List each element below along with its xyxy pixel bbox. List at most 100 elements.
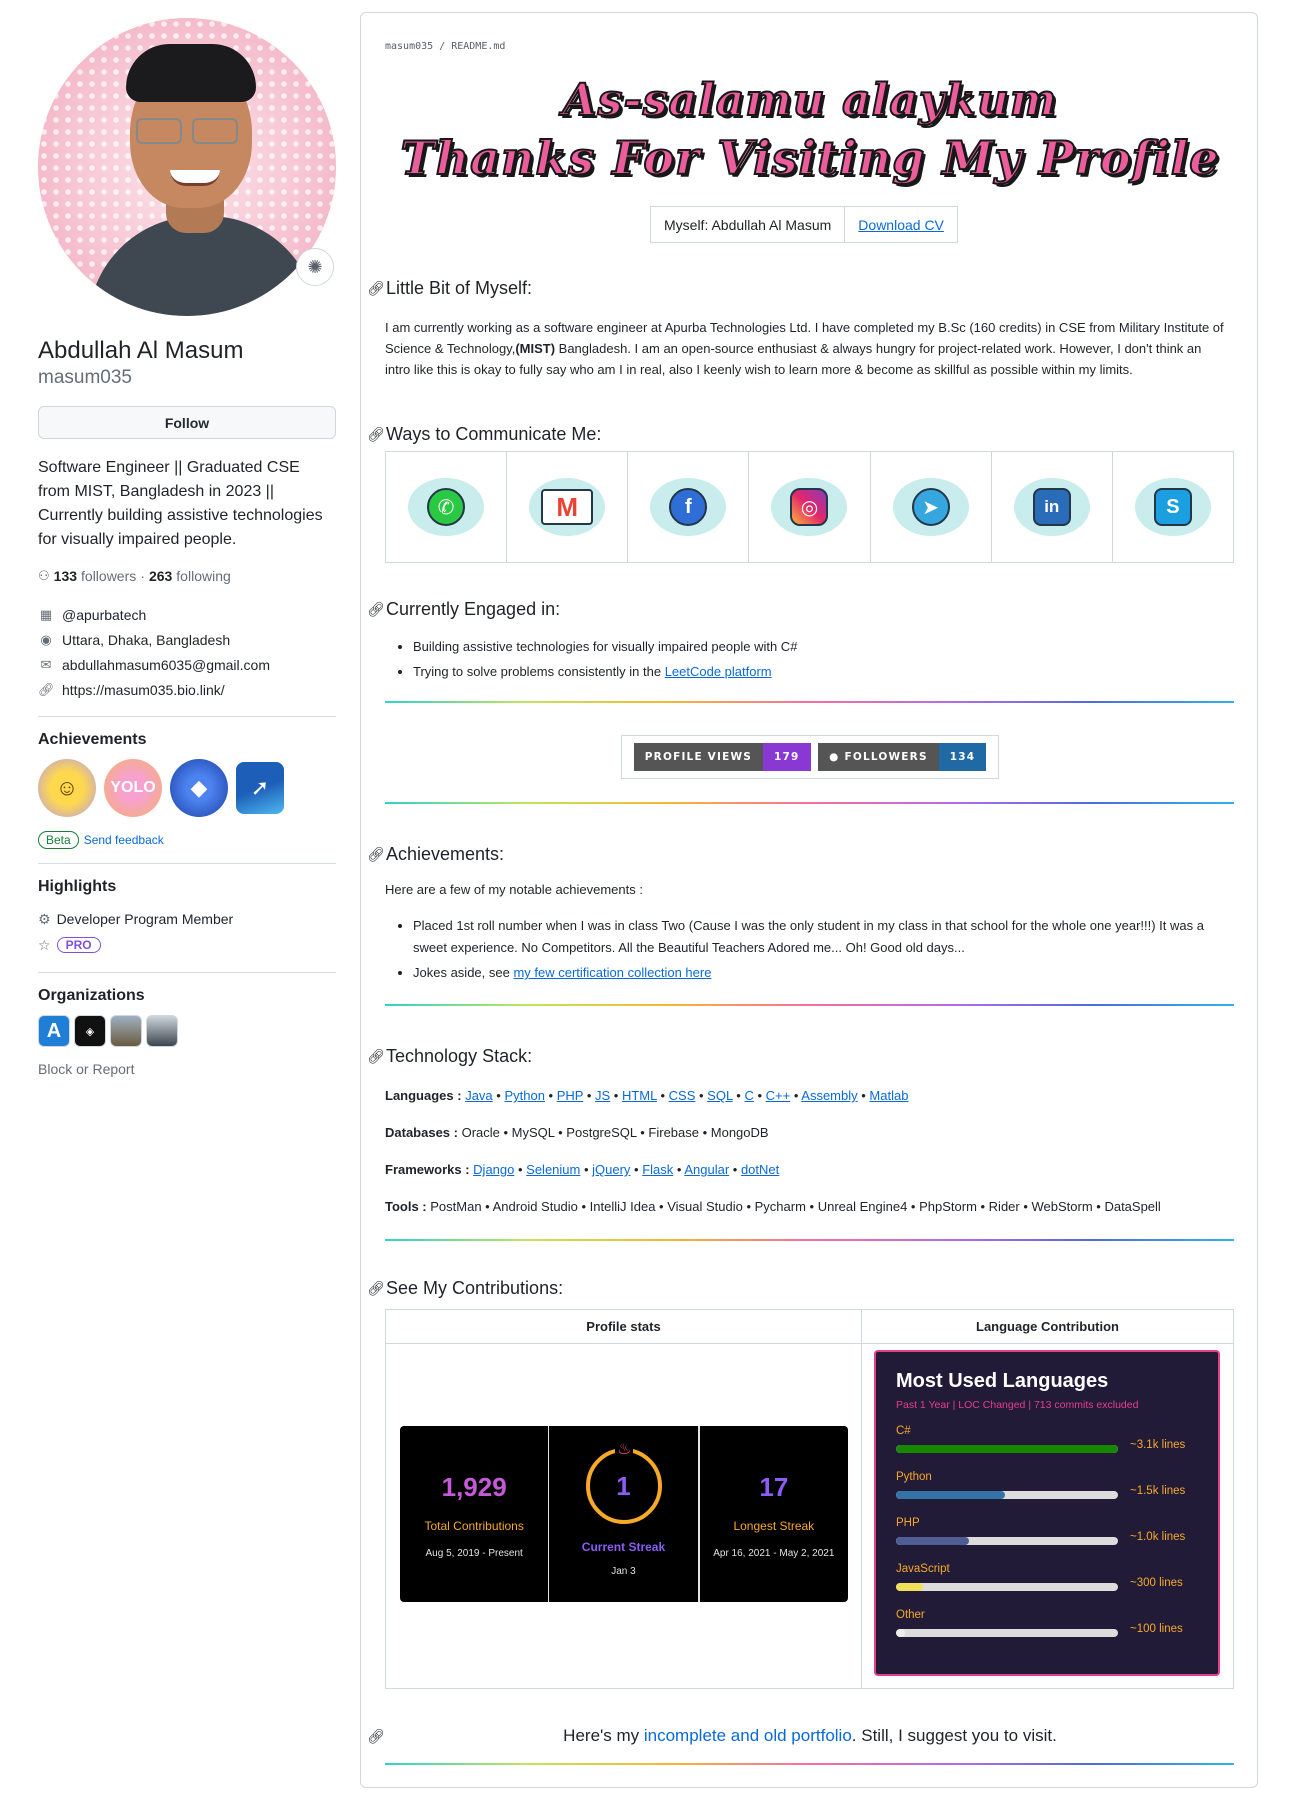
- social-cell: f: [628, 452, 750, 562]
- framework-link[interactable]: Flask: [642, 1162, 673, 1177]
- send-feedback-link[interactable]: Send feedback: [84, 833, 164, 847]
- following-count[interactable]: 263: [149, 568, 172, 584]
- achievements-title: Achievements: [38, 731, 147, 748]
- profile-stats-header: Profile stats: [386, 1310, 861, 1344]
- bullet-separator: •: [753, 1088, 766, 1103]
- instagram-icon[interactable]: ◎: [763, 472, 855, 542]
- pro-badge: PRO: [56, 937, 101, 953]
- tools-list: PostMan • Android Studio • IntelliJ Idea…: [430, 1199, 1161, 1214]
- anchor-link-icon[interactable]: 🔗︎: [367, 1280, 385, 1297]
- mail-icon: ✉: [40, 656, 52, 672]
- social-cell: ✆: [386, 452, 508, 562]
- language-link[interactable]: Java: [465, 1088, 492, 1103]
- total-value: 1,929: [441, 1472, 507, 1502]
- email-link[interactable]: abdullahmasum6035@gmail.com: [62, 657, 270, 673]
- framework-link[interactable]: Selenium: [526, 1162, 580, 1177]
- arctic-vault-badge-icon[interactable]: ➚: [236, 762, 284, 814]
- language-item: PHP ~1.0k lines: [896, 1517, 1198, 1563]
- anchor-link-icon[interactable]: 🔗︎: [367, 846, 385, 863]
- language-link[interactable]: Python: [504, 1088, 544, 1103]
- org-avatar[interactable]: [110, 1015, 142, 1047]
- anchor-link-icon[interactable]: 🔗︎: [367, 1048, 385, 1065]
- language-link[interactable]: JS: [595, 1088, 610, 1103]
- certification-link[interactable]: my few certification collection here: [513, 965, 711, 980]
- company-text[interactable]: @apurbatech: [62, 607, 146, 623]
- org-apurba-avatar[interactable]: A: [38, 1015, 70, 1047]
- divider: [38, 716, 336, 717]
- leetcode-link[interactable]: LeetCode platform: [665, 664, 772, 679]
- heading-engaged: 🔗︎ Currently Engaged in:: [367, 599, 560, 620]
- framework-link[interactable]: jQuery: [592, 1162, 630, 1177]
- framework-link[interactable]: Django: [473, 1162, 514, 1177]
- rainbow-divider: [385, 1239, 1234, 1241]
- language-link[interactable]: Assembly: [801, 1088, 857, 1103]
- engaged-list: Building assistive technologies for visu…: [413, 636, 1213, 686]
- gmail-icon[interactable]: M: [521, 472, 613, 542]
- streak-stats-card[interactable]: 1,929 Total Contributions Aug 5, 2019 - …: [400, 1426, 848, 1602]
- telegram-icon[interactable]: ➤: [885, 472, 977, 542]
- starstruck-badge-icon[interactable]: ☺: [38, 759, 96, 817]
- anchor-link-icon[interactable]: 🔗︎: [367, 280, 385, 297]
- yolo-badge-icon[interactable]: YOLO: [104, 759, 162, 817]
- language-link[interactable]: HTML: [622, 1088, 657, 1103]
- github-icon: ●: [829, 751, 840, 763]
- frameworks-list: Django • Selenium • jQuery • Flask • Ang…: [473, 1162, 779, 1177]
- language-bar: [896, 1629, 1118, 1637]
- anchor-link-icon[interactable]: 🔗︎: [367, 601, 385, 618]
- org-avatar[interactable]: ◈: [74, 1015, 106, 1047]
- avatar[interactable]: [38, 18, 336, 316]
- status-orbit-icon[interactable]: ✺: [296, 248, 334, 286]
- myself-cell: Myself: Abdullah Al Masum: [664, 216, 832, 233]
- followers-label[interactable]: followers: [81, 568, 136, 584]
- languages-card-subtitle: Past 1 Year | LOC Changed | 713 commits …: [896, 1399, 1139, 1411]
- rainbow-divider: [385, 701, 1234, 703]
- social-links-table: ✆ M f ◎ ➤ in S: [385, 451, 1234, 563]
- framework-link[interactable]: dotNet: [741, 1162, 779, 1177]
- block-report-link[interactable]: Block or Report: [38, 1061, 336, 1077]
- profile-username: masum035: [38, 367, 132, 388]
- heading-text: Little Bit of Myself:: [386, 278, 533, 298]
- language-link[interactable]: Matlab: [869, 1088, 908, 1103]
- follow-button[interactable]: Follow: [38, 406, 336, 439]
- language-link[interactable]: PHP: [557, 1088, 584, 1103]
- whatsapp-icon[interactable]: ✆: [400, 472, 492, 542]
- pull-shark-badge-icon[interactable]: ◆: [170, 759, 228, 817]
- language-link[interactable]: CSS: [669, 1088, 696, 1103]
- developer-program-link[interactable]: Developer Program Member: [57, 911, 234, 927]
- profile-views-badge[interactable]: PROFILE VIEWS 179: [633, 743, 811, 771]
- website-link[interactable]: https://masum035.bio.link/: [62, 682, 225, 698]
- list-item: Jokes aside, see my few certification co…: [413, 962, 1213, 984]
- readme-path[interactable]: masum035 / README.md: [385, 41, 505, 52]
- contributions-table: Profile stats 1,929 Total Contributions …: [385, 1309, 1234, 1689]
- language-lines: ~1.5k lines: [1130, 1485, 1186, 1497]
- language-name: JavaScript: [896, 1563, 950, 1575]
- org-avatar[interactable]: [146, 1015, 178, 1047]
- star-icon: ☆: [38, 936, 51, 953]
- social-cell: ➤: [871, 452, 992, 562]
- most-used-languages-card[interactable]: Most Used Languages Past 1 Year | LOC Ch…: [874, 1350, 1220, 1676]
- organizations-list: A ◈: [38, 1015, 336, 1047]
- language-bar: [896, 1491, 1118, 1499]
- linkedin-icon[interactable]: in: [1006, 472, 1098, 542]
- fire-icon: ♨: [615, 1441, 634, 1459]
- bullet-separator: •: [630, 1162, 643, 1177]
- followers-badge[interactable]: ● FOLLOWERS 134: [818, 743, 987, 771]
- language-link[interactable]: C++: [766, 1088, 791, 1103]
- facebook-icon[interactable]: f: [642, 472, 734, 542]
- language-lines: ~1.0k lines: [1130, 1531, 1186, 1543]
- longest-range: Apr 16, 2021 - May 2, 2021: [713, 1548, 835, 1559]
- language-link[interactable]: C: [744, 1088, 753, 1103]
- framework-link[interactable]: Angular: [684, 1162, 729, 1177]
- social-cell: in: [992, 452, 1113, 562]
- skype-icon[interactable]: S: [1127, 472, 1219, 542]
- heading-text: Ways to Communicate Me:: [386, 424, 602, 444]
- anchor-link-icon[interactable]: 🔗︎: [367, 426, 385, 443]
- languages-list: Java • Python • PHP • JS • HTML • CSS • …: [465, 1088, 908, 1103]
- language-link[interactable]: SQL: [707, 1088, 733, 1103]
- following-label[interactable]: following: [176, 568, 230, 584]
- language-lines: ~300 lines: [1130, 1577, 1183, 1589]
- feedback-row: Beta Send feedback: [38, 831, 336, 849]
- download-cv-link[interactable]: Download CV: [858, 217, 944, 233]
- followers-count[interactable]: 133: [54, 568, 77, 584]
- portfolio-link[interactable]: incomplete and old portfolio: [644, 1726, 852, 1745]
